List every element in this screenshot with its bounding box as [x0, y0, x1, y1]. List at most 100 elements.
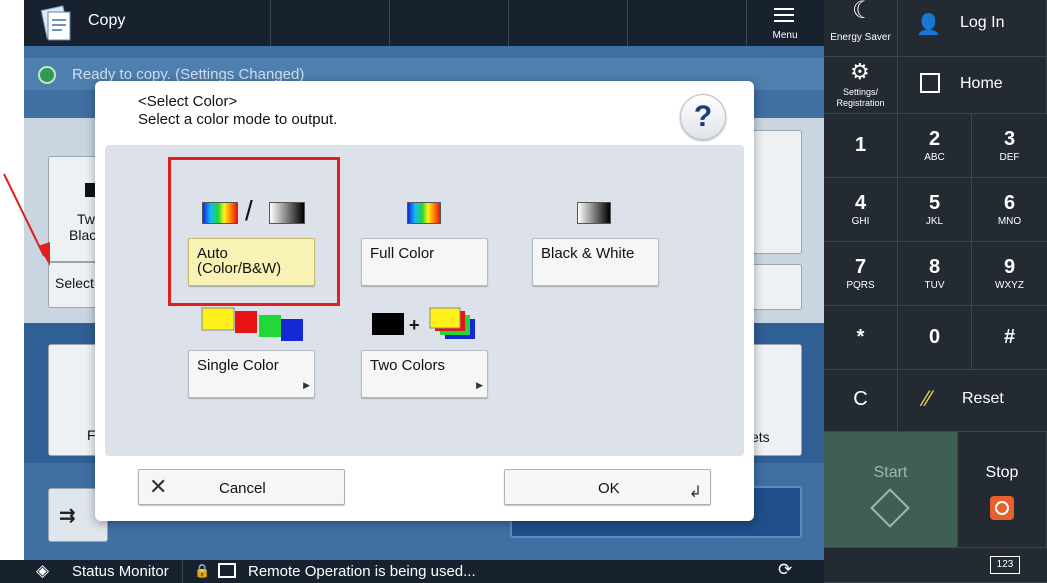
- status-monitor-button[interactable]: Status Monitor: [72, 563, 169, 580]
- key-letters-label: PQRS: [846, 280, 875, 291]
- select-color-label: Select: [55, 275, 94, 291]
- submenu-arrow-icon: ▶: [476, 380, 483, 390]
- two-colors-icon: +: [372, 307, 475, 339]
- key-letters-label: WXYZ: [995, 280, 1024, 291]
- black-white-label: Black & White: [541, 245, 635, 262]
- key-number-label: 4: [854, 192, 867, 214]
- two-sided-label: Tw: [77, 211, 95, 227]
- home-label: Home: [960, 75, 1003, 92]
- gear-icon: ⚙: [850, 59, 870, 84]
- cancel-button[interactable]: ✕ Cancel: [138, 469, 345, 505]
- svg-text:+: +: [409, 315, 420, 335]
- topbar-divider: [270, 0, 271, 46]
- right-option-button[interactable]: ets: [746, 344, 802, 456]
- home-button[interactable]: Home: [898, 57, 1047, 114]
- submenu-arrow-icon: ▶: [303, 380, 310, 390]
- key-number-label: #: [1003, 326, 1016, 348]
- clear-key-label: C: [853, 388, 868, 410]
- remote-operation-message: Remote Operation is being used...: [248, 563, 476, 580]
- login-label: Log In: [960, 14, 1005, 31]
- keypad-bottom-bar: 123: [824, 548, 1047, 583]
- key-number-label: 6: [1003, 192, 1016, 214]
- right-setting-button[interactable]: [746, 264, 802, 310]
- status-monitor-icon[interactable]: ◈: [36, 561, 49, 581]
- ready-status-icon: [38, 66, 56, 84]
- energy-saver-button[interactable]: ☾ Energy Saver: [824, 0, 898, 57]
- topbar-divider: [389, 0, 390, 46]
- network-icon[interactable]: ⟳: [778, 560, 792, 580]
- stop-button[interactable]: Stop: [958, 432, 1047, 548]
- copy-app-icon: [40, 5, 71, 41]
- menu-label: Menu: [772, 30, 798, 41]
- interrupt-icon: ⇉: [59, 505, 76, 527]
- key-letters-label: ABC: [924, 152, 945, 163]
- key-hash[interactable]: #: [972, 306, 1047, 370]
- key-star[interactable]: *: [824, 306, 898, 370]
- user-key-icon: 👤: [916, 14, 941, 36]
- settings-label: Settings/ Registration: [836, 87, 885, 108]
- right-setting-button[interactable]: [746, 130, 802, 254]
- key-7[interactable]: 7 PQRS: [824, 242, 898, 306]
- home-icon: [920, 73, 940, 93]
- energy-saver-label: Energy Saver: [830, 32, 891, 43]
- key-number-label: 3: [1003, 128, 1016, 150]
- stop-label: Stop: [985, 464, 1019, 481]
- full-color-option[interactable]: Full Color: [361, 238, 488, 286]
- key-8[interactable]: 8 TUV: [898, 242, 972, 306]
- close-icon: ✕: [149, 474, 168, 499]
- key-letters-label: TUV: [924, 280, 945, 291]
- full-color-label: Full Color: [370, 245, 435, 262]
- key-5[interactable]: 5 JKL: [898, 178, 972, 242]
- monitor-icon: [218, 563, 236, 578]
- key-letters-label: GHI: [851, 216, 870, 227]
- menu-button[interactable]: Menu: [746, 0, 824, 46]
- settings-registration-button[interactable]: ⚙ Settings/ Registration: [824, 57, 898, 114]
- key-number-label: 5: [928, 192, 941, 214]
- key-number-label: 1: [854, 134, 867, 156]
- reset-key[interactable]: ⁄⁄ Reset: [898, 370, 1047, 432]
- key-4[interactable]: 4 GHI: [824, 178, 898, 242]
- key-number-label: 0: [928, 326, 941, 348]
- single-color-label: Single Color: [197, 357, 279, 374]
- help-button[interactable]: ?: [680, 94, 726, 140]
- key-letters-label: JKL: [925, 216, 944, 227]
- key-9[interactable]: 9 WXYZ: [972, 242, 1047, 306]
- key-0[interactable]: 0: [898, 306, 972, 370]
- black-white-option[interactable]: Black & White: [532, 238, 659, 286]
- full-color-gradient-icon: [407, 202, 441, 224]
- selection-highlight-box: [168, 157, 340, 306]
- key-1[interactable]: 1: [824, 114, 898, 178]
- key-letters-label: MNO: [997, 216, 1022, 227]
- two-colors-option[interactable]: Two Colors ▶: [361, 350, 488, 398]
- two-colors-label: Two Colors: [370, 357, 446, 374]
- moon-icon: ☾: [852, 0, 874, 24]
- annotation-arrow: [3, 173, 50, 266]
- ok-label: OK: [598, 480, 620, 497]
- start-diamond-icon: [870, 488, 910, 528]
- menu-icon: [774, 8, 794, 26]
- clear-key[interactable]: C: [824, 370, 898, 432]
- topbar-divider: [627, 0, 628, 46]
- app-title: Copy: [88, 12, 126, 29]
- bottombar-divider: [182, 560, 183, 583]
- reset-icon: ⁄⁄: [924, 386, 932, 411]
- cancel-label: Cancel: [219, 480, 266, 497]
- dialog-title: <Select Color>: [138, 93, 238, 110]
- start-button[interactable]: Start: [824, 432, 958, 548]
- topbar-divider: [508, 0, 509, 46]
- key-number-label: 9: [1003, 256, 1016, 278]
- key-2[interactable]: 2 ABC: [898, 114, 972, 178]
- single-color-option[interactable]: Single Color ▶: [188, 350, 315, 398]
- top-bar: Copy Menu: [24, 0, 824, 46]
- bottom-status-bar: ◈ Status Monitor 🔒 Remote Operation is b…: [0, 560, 824, 583]
- login-button[interactable]: 👤 Log In: [898, 0, 1047, 57]
- ok-button[interactable]: OK ↲: [504, 469, 711, 505]
- key-number-label: 8: [928, 256, 941, 278]
- keyboard-icon[interactable]: 123: [990, 556, 1020, 574]
- black-white-gradient-icon: [577, 202, 611, 224]
- stop-icon: [990, 496, 1014, 520]
- lock-icon: 🔒: [194, 563, 211, 578]
- key-6[interactable]: 6 MNO: [972, 178, 1047, 242]
- key-3[interactable]: 3 DEF: [972, 114, 1047, 178]
- key-letters-label: DEF: [999, 152, 1020, 163]
